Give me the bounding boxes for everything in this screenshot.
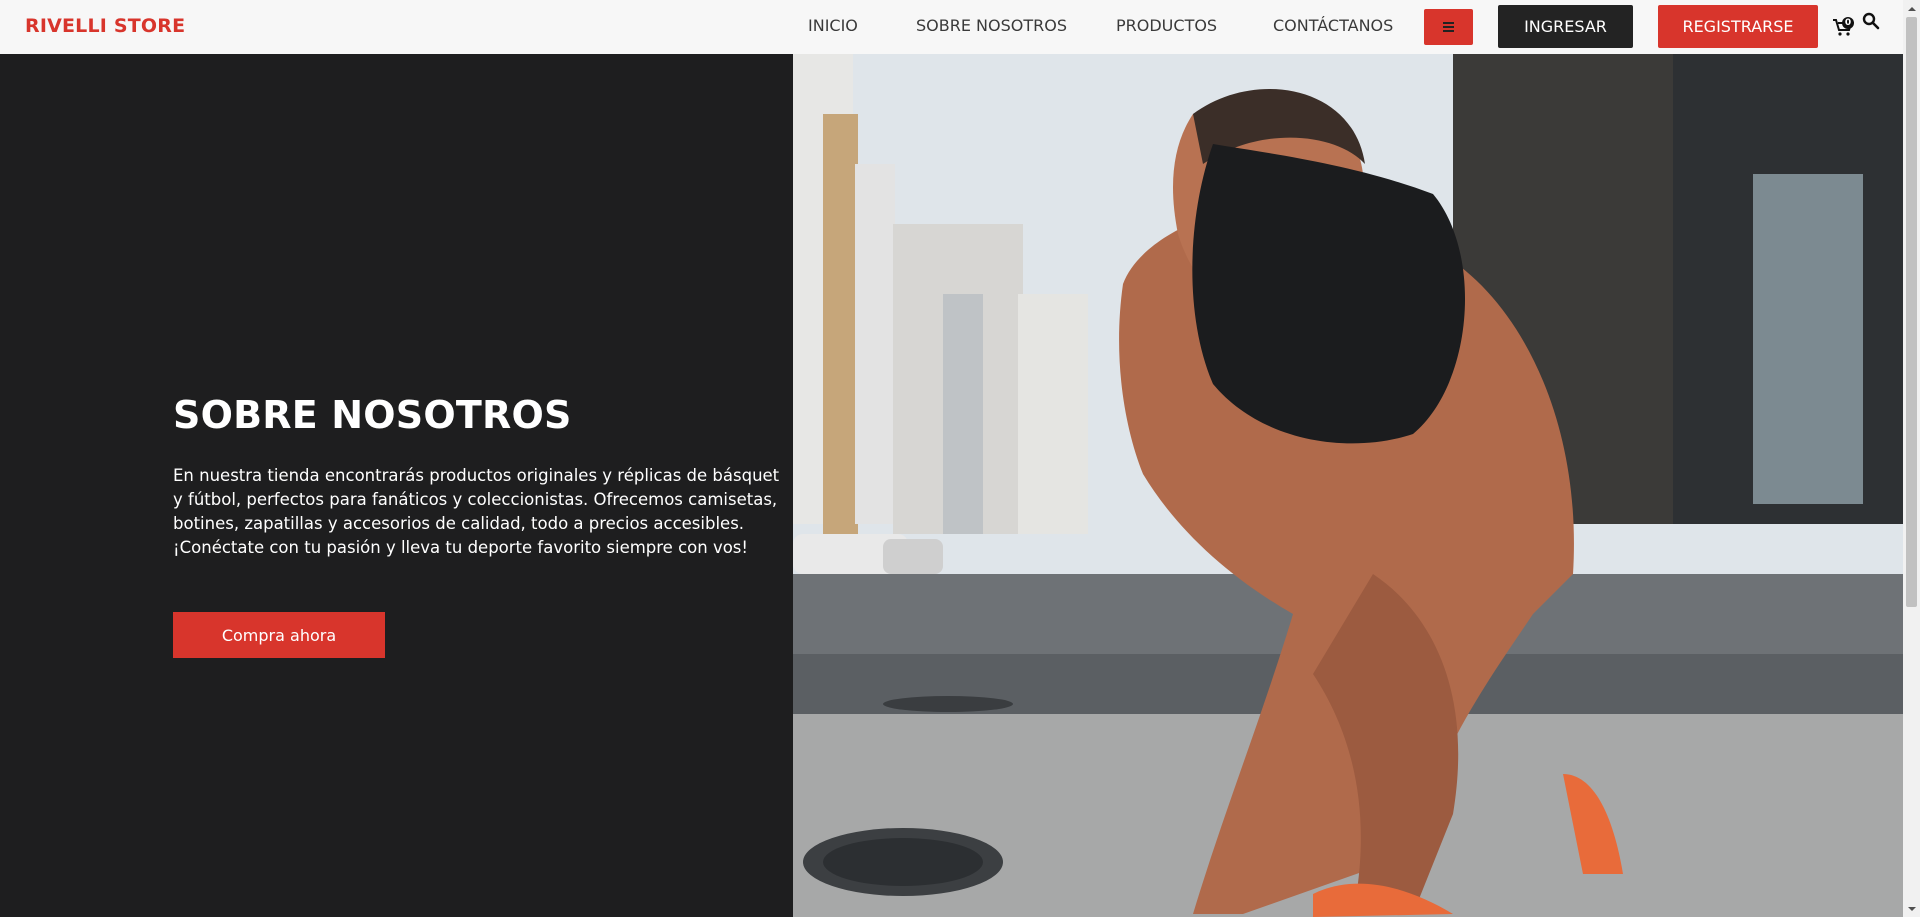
scroll-up-arrow-icon[interactable] — [1903, 0, 1920, 17]
scrollbar-thumb[interactable] — [1906, 17, 1917, 607]
hero-title: SOBRE NOSOTROS — [173, 393, 572, 437]
nav-link-productos[interactable]: PRODUCTOS — [1116, 16, 1217, 35]
register-button[interactable]: REGISTRARSE — [1658, 5, 1818, 48]
cart-count-badge: 0 — [1842, 17, 1854, 29]
hamburger-icon — [1443, 22, 1454, 32]
top-navbar: RIVELLI STORE INICIO SOBRE NOSOTROS PROD… — [0, 0, 1903, 54]
hero-photo-illustration — [793, 54, 1903, 917]
nav-link-sobre-nosotros[interactable]: SOBRE NOSOTROS — [916, 16, 1067, 35]
hero-description: En nuestra tienda encontrarás productos … — [173, 466, 780, 557]
login-button[interactable]: INGRESAR — [1498, 5, 1633, 48]
scroll-down-arrow-icon[interactable] — [1903, 900, 1920, 917]
hero-photo-runner — [793, 54, 1903, 917]
nav-link-contactanos[interactable]: CONTÁCTANOS — [1273, 16, 1393, 35]
site-logo[interactable]: RIVELLI STORE — [25, 15, 185, 37]
search-icon[interactable] — [1862, 12, 1880, 30]
menu-button[interactable] — [1424, 9, 1473, 45]
shop-now-button[interactable]: Compra ahora — [173, 612, 385, 658]
nav-link-inicio[interactable]: INICIO — [808, 16, 858, 35]
page-scrollbar[interactable] — [1903, 0, 1920, 917]
